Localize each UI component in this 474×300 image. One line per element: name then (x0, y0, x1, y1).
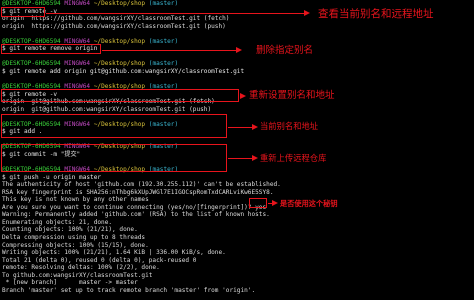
terminal-output-line: The authenticity of host 'github.com (19… (2, 181, 281, 189)
terminal-output-line: Total 21 (delta 0), reused 0 (delta 0), … (2, 256, 197, 264)
prompt-path: ~/Desktop/shop (93, 60, 146, 68)
terminal-output-line: origin git@github.com:wangsirXY/classroo… (2, 105, 212, 113)
terminal-command-line: $ git remote add origin git@github.com:w… (2, 67, 245, 75)
annotation-view-alias: 查看当前别名和远程地址 (318, 8, 434, 20)
terminal-command-line: $ git push -u origin master (2, 173, 102, 181)
terminal-output-line: This key is not known by any other names (2, 196, 149, 204)
terminal-output-line: remote: Resolving deltas: 100% (2/2), do… (2, 264, 160, 272)
arrow-remote-v-2 (228, 123, 258, 130)
prompt-path: ~/Desktop/shop (93, 0, 146, 7)
terminal-output-line: Compressing objects: 100% (15/15), done. (2, 241, 149, 249)
terminal-output-line: * [new branch] master -> master (2, 279, 138, 287)
prompt-env: MINGW64 (64, 60, 91, 68)
prompt-user: @DESKTOP-6HD6594 (2, 60, 61, 68)
prompt-env: MINGW64 (64, 0, 91, 7)
highlight-remote-remove (1, 44, 101, 54)
terminal-output-line: Delta compression using up to 8 threads (2, 233, 146, 241)
prompt-path: ~/Desktop/shop (93, 37, 146, 45)
annotation-reset-alias: 重新设置别名和地址 (249, 90, 335, 101)
arrow-remote-remove (102, 46, 242, 53)
highlight-add-commit (1, 144, 227, 172)
arrow-remote-add (240, 92, 246, 99)
terminal-prompt-line: @DESKTOP-6HD6594 MINGW64 ~/Desktop/shop … (0, 60, 474, 68)
prompt-branch: (master) (148, 0, 179, 7)
annotation-confirm-yes: 是否使用这个秘钥 (280, 199, 338, 208)
prompt-user: @DESKTOP-6HD6594 (2, 0, 61, 7)
highlight-remote-add (1, 89, 239, 102)
terminal-output-line: origin https://github.com/wangsirXY/clas… (2, 22, 226, 30)
annotation-remove-alias: 删除指定别名 (256, 45, 314, 56)
annotation-current-alias: 当前别名和地址 (260, 121, 319, 131)
terminal-output-line: Counting objects: 100% (21/21), done. (2, 226, 138, 234)
arrow-add-commit (228, 154, 258, 161)
highlight-remote-v-1 (1, 7, 45, 17)
terminal-prompt-line: @DESKTOP-6HD6594 MINGW64 ~/Desktop/shop … (0, 0, 474, 8)
terminal-output-line: Branch 'master' set up to track remote b… (2, 286, 256, 294)
arrow-yes (268, 199, 278, 206)
highlight-remote-v-2 (1, 114, 227, 138)
prompt-branch: (master) (148, 60, 179, 68)
terminal-output-line: Are you sure you want to continue connec… (2, 203, 267, 211)
arrow-remote-v-1 (46, 9, 310, 16)
highlight-yes (249, 198, 267, 208)
terminal-output-line: Writing objects: 100% (21/21), 1.64 KiB … (2, 249, 226, 257)
annotation-reupload: 重新上传远程仓库 (260, 153, 327, 163)
terminal-output-line: Warning: Permanently added 'github.com' … (2, 211, 270, 219)
terminal-output-line: Enumerating objects: 21, done. (2, 218, 113, 226)
terminal-output-line: To github.com:wangsirXY/classroomTest.gi… (2, 271, 153, 279)
prompt-branch: (master) (148, 37, 179, 45)
terminal-output-line: RSA key fingerprint is SHA256:nThbg6kXUp… (2, 188, 274, 196)
